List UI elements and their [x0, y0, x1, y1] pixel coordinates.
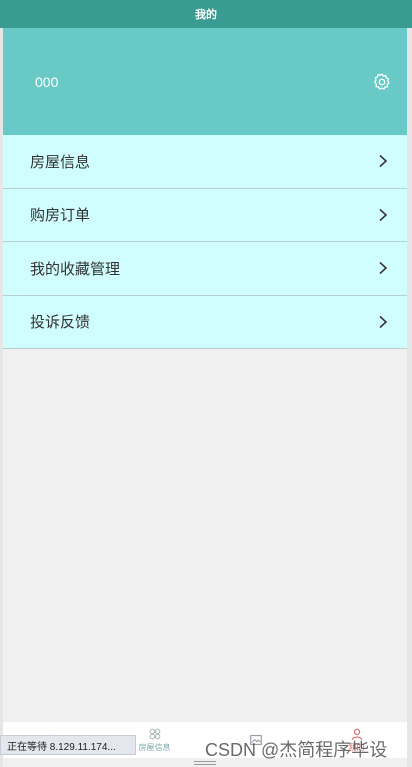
- tab-label: 房屋信息: [138, 743, 171, 752]
- profile-menu: 房屋信息 购房订单 我的收藏管理 投诉反馈: [3, 135, 407, 349]
- menu-item-house-info[interactable]: 房屋信息: [3, 135, 407, 189]
- menu-item-purchase-orders[interactable]: 购房订单: [3, 188, 407, 242]
- top-bar: 我的: [0, 0, 412, 28]
- chevron-right-icon: [379, 315, 388, 328]
- home-indicator: [194, 761, 216, 765]
- gear-icon[interactable]: [372, 72, 392, 92]
- menu-item-favorites[interactable]: 我的收藏管理: [3, 242, 407, 296]
- username: 000: [35, 74, 59, 90]
- chevron-right-icon: [379, 155, 388, 168]
- menu-item-complaints[interactable]: 投诉反馈: [3, 295, 407, 349]
- menu-item-label: 投诉反馈: [30, 314, 91, 332]
- grid-icon: [149, 728, 160, 740]
- menu-item-label: 房屋信息: [30, 153, 91, 171]
- menu-item-label: 购房订单: [30, 207, 91, 225]
- profile-header: 000: [3, 28, 407, 135]
- loading-status: 正在等待 8.129.11.174...: [0, 735, 136, 755]
- status-text: 正在等待 8.129.11.174...: [7, 741, 116, 753]
- chevron-right-icon: [379, 208, 388, 221]
- menu-item-label: 我的收藏管理: [30, 260, 121, 278]
- chevron-right-icon: [379, 262, 388, 275]
- page-title: 我的: [195, 9, 217, 21]
- watermark: CSDN @杰简程序毕设: [205, 740, 388, 760]
